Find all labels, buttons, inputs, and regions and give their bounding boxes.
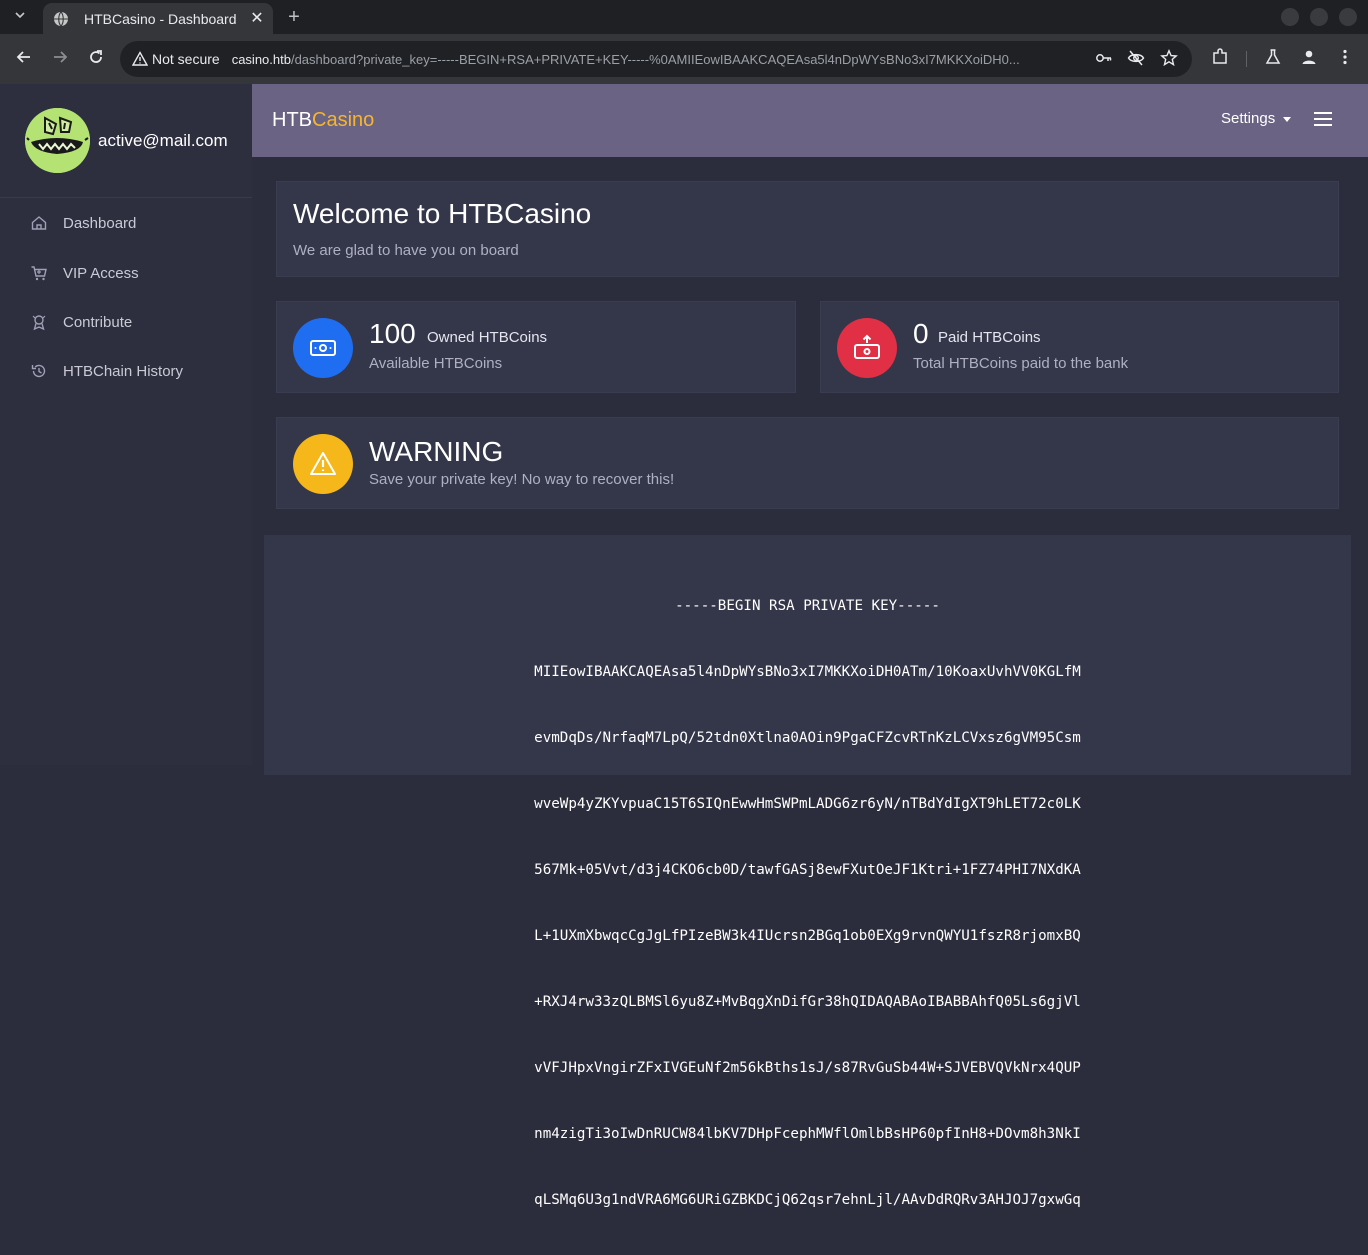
maximize-button[interactable]: [1310, 8, 1328, 26]
tab-search-dropdown-icon[interactable]: [14, 9, 30, 25]
sidebar: active@mail.com Dashboard VIP Access Con…: [0, 84, 252, 765]
url-path: /dashboard?private_key=-----BEGIN+RSA+PR…: [290, 51, 1020, 67]
private-key-header: -----BEGIN RSA PRIVATE KEY-----: [675, 598, 940, 614]
settings-label: Settings: [1221, 110, 1276, 127]
tab-close-icon[interactable]: ✕: [247, 9, 267, 29]
kebab-menu-icon[interactable]: [1334, 48, 1356, 70]
key-icon[interactable]: [1094, 49, 1114, 69]
profile-section: active@mail.com: [0, 84, 252, 198]
avatar[interactable]: [25, 108, 90, 173]
top-navbar: HTBCasino Settings: [252, 84, 1368, 157]
labs-flask-icon[interactable]: [1262, 48, 1284, 70]
money-upload-icon: [837, 318, 897, 378]
security-label: Not secure: [152, 51, 220, 67]
paid-coins-value: 0: [913, 318, 929, 349]
browser-toolbar: Not secure casino.htb/dashboard?private_…: [0, 34, 1368, 84]
private-key-box: -----BEGIN RSA PRIVATE KEY----- MIIEowIB…: [264, 535, 1351, 1208]
brand-prefix: HTB: [272, 109, 312, 131]
paid-coins-description: Total HTBCoins paid to the bank: [913, 355, 1129, 372]
private-key-line: MIIEowIBAAKCAQEAsa5l4nDpWYsBNo3xI7MKKXoi…: [534, 664, 1081, 680]
address-bar[interactable]: Not secure casino.htb/dashboard?private_…: [120, 41, 1192, 77]
toolbar-divider: [1246, 51, 1247, 67]
owned-coins-unit: Owned HTBCoins: [427, 329, 548, 346]
warning-triangle-icon: [132, 51, 148, 66]
warning-text: Save your private key! No way to recover…: [369, 471, 675, 488]
private-key-line: vVFJHpxVngirZFxIVGEuNf2m56kBths1sJ/s87Rv…: [534, 1060, 1081, 1076]
private-key-text[interactable]: -----BEGIN RSA PRIVATE KEY----- MIIEowIB…: [264, 551, 1351, 1255]
extensions-icon[interactable]: [1209, 48, 1231, 70]
private-key-line: +RXJ4rw33zQLBMSl6yu8Z+MvBqgXnDifGr38hQID…: [534, 994, 1081, 1010]
bookmark-star-icon[interactable]: [1159, 49, 1179, 69]
warning-icon: [293, 434, 353, 494]
close-window-button[interactable]: [1339, 8, 1357, 26]
paid-coins-card: 0 Paid HTBCoins Total HTBCoins paid to t…: [820, 301, 1339, 393]
private-key-line: nm4zigTi3oIwDnRUCW84lbKV7DHpFcephMWflOml…: [534, 1126, 1081, 1142]
sidebar-item-label: HTBChain History: [63, 362, 184, 380]
settings-dropdown[interactable]: Settings: [1221, 110, 1292, 127]
forward-arrow-icon[interactable]: [48, 47, 72, 71]
private-key-line: L+1UXmXbwqcCgJgLfPIzeBW3k4IUcrsn2BGq1ob0…: [534, 928, 1081, 944]
private-key-line: evmDqDs/NrfaqM7LpQ/52tdn0Xtlna0AOin9PgaC…: [534, 730, 1081, 746]
home-icon: [31, 216, 47, 230]
globe-icon: [54, 11, 68, 26]
reload-icon[interactable]: [84, 47, 108, 71]
welcome-subtitle: We are glad to have you on board: [293, 242, 519, 259]
sidebar-item-vip-access[interactable]: VIP Access: [0, 255, 252, 291]
paid-coins-unit: Paid HTBCoins: [938, 329, 1041, 346]
private-key-line: qLSMq6U3g1ndVRA6MG6URiGZBKDCjQ62qsr7ehnL…: [534, 1192, 1081, 1208]
private-key-line: 567Mk+05Vvt/d3j4CKO6cb0D/tawfGASj8ewFXut…: [534, 862, 1081, 878]
sidebar-item-contribute[interactable]: Contribute: [0, 304, 252, 340]
history-icon: [31, 364, 46, 378]
brand-accent: Casino: [312, 109, 375, 131]
private-key-line: wveWp4yZKYvpuaC15T6SIQnEwwHmSWPmLADG6zr6…: [534, 796, 1081, 812]
sidebar-item-label: Contribute: [63, 313, 133, 331]
new-tab-icon[interactable]: +: [284, 5, 304, 29]
browser-tab[interactable]: HTBCasino - Dashboard ✕: [43, 3, 273, 34]
page: active@mail.com Dashboard VIP Access Con…: [0, 84, 1368, 1208]
brand-logo[interactable]: HTBCasino: [272, 109, 374, 132]
cart-icon: [31, 266, 47, 281]
security-indicator[interactable]: Not secure: [132, 51, 220, 67]
sidebar-item-dashboard[interactable]: Dashboard: [0, 205, 252, 241]
owned-coins-card: 100 Owned HTBCoins Available HTBCoins: [276, 301, 796, 393]
hamburger-menu-icon[interactable]: [1314, 112, 1332, 126]
owned-coins-description: Available HTBCoins: [369, 355, 503, 372]
url-host: casino.htb: [231, 51, 291, 67]
eye-off-icon[interactable]: [1126, 49, 1146, 69]
owned-coins-value: 100: [369, 318, 416, 349]
money-icon: [293, 318, 353, 378]
profile-icon[interactable]: [1298, 48, 1320, 70]
welcome-card: Welcome to HTBCasino We are glad to have…: [276, 181, 1339, 277]
sidebar-item-label: Dashboard: [63, 214, 137, 232]
caret-down-icon: [1283, 117, 1292, 122]
back-arrow-icon[interactable]: [12, 47, 36, 71]
profile-email: active@mail.com: [98, 131, 228, 150]
warning-card: WARNING Save your private key! No way to…: [276, 417, 1339, 509]
warning-title: WARNING: [369, 436, 504, 467]
sidebar-item-label: VIP Access: [63, 264, 139, 282]
welcome-title: Welcome to HTBCasino: [293, 198, 592, 229]
browser-tab-bar: HTBCasino - Dashboard ✕ +: [0, 0, 1368, 34]
minimize-button[interactable]: [1281, 8, 1299, 26]
url-text[interactable]: casino.htb/dashboard?private_key=-----BE…: [232, 52, 1078, 67]
main-content: HTBCasino Settings Welcome to HTBCasino …: [252, 84, 1368, 1208]
sidebar-item-htbchain-history[interactable]: HTBChain History: [0, 353, 252, 389]
award-icon: [32, 315, 46, 331]
tab-title: HTBCasino - Dashboard: [84, 10, 237, 27]
